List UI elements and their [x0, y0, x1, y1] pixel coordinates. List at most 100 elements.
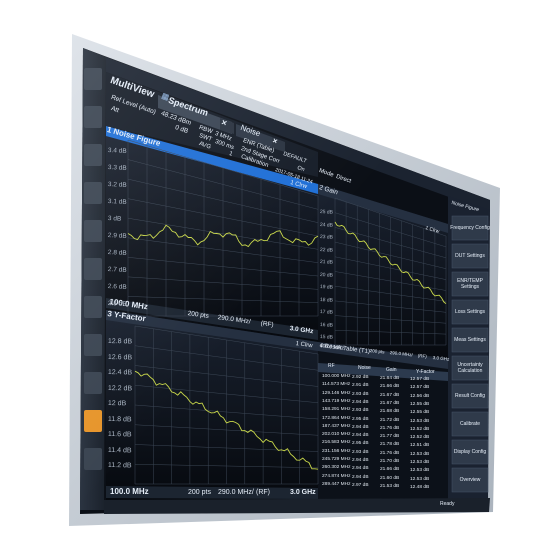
table-cell: 21.60 dB [380, 475, 400, 481]
softkey-label[interactable]: Meas Settings [448, 327, 492, 353]
table-cell: 12.55 dB [410, 401, 430, 407]
y-factor-stop: 3.0 GHz [290, 489, 316, 496]
table-cell: 172.864 MHz [322, 415, 351, 421]
y-tick-label: 2.9 dB [107, 232, 127, 240]
table-cell: 21.66 dB [380, 384, 400, 390]
y-tick-label: 18 dB [319, 296, 334, 304]
table-cell: 2.94 dB [352, 474, 369, 480]
y-tick-label: 12.8 dB [107, 338, 133, 346]
table-cell: 2.95 dB [352, 441, 369, 447]
table-cell: 2.93 dB [352, 391, 369, 397]
table-cell: 289.447 MHz [322, 481, 351, 487]
softkey-label[interactable]: Overview [448, 467, 492, 493]
table-cell: 21.76 dB [380, 450, 400, 456]
status-text: Ready [440, 501, 455, 507]
table-cell: 12.55 dB [410, 410, 430, 416]
table-cell: 129.146 MHz [322, 390, 351, 396]
softkey-label[interactable]: ENR/TEMP Settings [448, 271, 492, 297]
softkey-label[interactable]: Result Config [448, 383, 492, 409]
table-cell: 12.53 dB [410, 468, 430, 474]
table-cell: 21.76 dB [380, 425, 400, 431]
table-cell: 21.67 dB [380, 392, 400, 398]
table-cell: 2.93 dB [352, 449, 369, 455]
table-cell: 21.77 dB [380, 434, 400, 440]
table-cell: 12.57 dB [410, 385, 430, 391]
table-cell: 2.94 dB [352, 424, 369, 430]
table-cell: 12.53 dB [410, 476, 430, 482]
table-header-cell: Y-Factor [416, 369, 435, 375]
table-cell: 274.874 MHz [322, 473, 351, 479]
table-cell: 2.92 dB [352, 375, 369, 380]
table-cell: 143.719 MHz [322, 398, 351, 404]
softkey-label[interactable]: Loss Settings [448, 299, 492, 325]
y-tick-label: 3.2 dB [107, 181, 127, 189]
table-cell: 12.52 dB [410, 435, 430, 441]
softkey-label[interactable]: Display Config [448, 439, 492, 465]
table-cell: 21.78 dB [380, 442, 400, 448]
table-cell: 245.729 MHz [322, 457, 351, 462]
table-cell: 260.302 MHz [322, 465, 351, 471]
y-tick-label: 3 dB [107, 215, 122, 223]
table-cell: 158.291 MHz [322, 407, 351, 413]
table-cell: 216.583 MHz [322, 440, 351, 446]
y-factor-start: 100.0 MHz [110, 487, 149, 496]
y-tick-label: 11.6 dB [107, 431, 132, 439]
y-tick-label: 12.2 dB [107, 384, 133, 392]
table-cell: 2.94 dB [352, 466, 369, 472]
y-tick-label: 23 dB [319, 234, 334, 241]
table-cell: 2.95 dB [352, 416, 369, 422]
y-factor-span: 290.0 MHz/ [218, 489, 254, 496]
softkey-label[interactable]: Calibrate [448, 411, 492, 437]
table-header-cell: Noise [358, 365, 371, 371]
table-cell: 2.97 dB [352, 482, 369, 488]
table-cell: 21.64 dB [380, 376, 400, 381]
y-tick-label: 22 dB [319, 246, 334, 254]
table-cell: 21.72 dB [380, 417, 400, 423]
table-cell: 12.53 dB [410, 418, 430, 424]
table-cell: 231.156 MHz [322, 448, 351, 454]
table-cell: 2.94 dB [352, 399, 369, 405]
table-cell: 12.51 dB [410, 443, 430, 449]
table-cell: 21.67 dB [380, 400, 400, 406]
softkey-label[interactable]: Uncertainty Calculation [448, 355, 492, 381]
table-cell: 21.68 dB [380, 409, 400, 415]
y-tick-label: 3.3 dB [107, 164, 127, 172]
table-cell: 12.53 dB [410, 460, 430, 465]
table-cell: 187.437 MHz [322, 423, 351, 429]
table-cell: 12.56 dB [410, 393, 430, 399]
table-cell: 202.010 MHz [322, 432, 351, 438]
table-cell: 12.52 dB [410, 426, 430, 432]
table-cell: 2.93 dB [352, 408, 369, 414]
y-tick-label: 2.6 dB [107, 283, 127, 291]
softkey-label[interactable]: DUT Settings [448, 243, 492, 269]
table-cell: 2.91 dB [352, 383, 369, 389]
y-factor-rf: (RF) [256, 489, 270, 496]
table-cell: 21.70 dB [380, 459, 400, 464]
y-tick-label: 24 dB [319, 221, 334, 229]
y-tick-label: 15 dB [319, 334, 334, 341]
softkey-label[interactable]: Frequency Config [448, 215, 492, 241]
y-tick-label: 19 dB [319, 284, 334, 291]
table-cell: 100.000 MHz [322, 374, 351, 379]
table-cell: 12.57 dB [410, 377, 430, 382]
y-tick-label: 20 dB [319, 271, 334, 279]
y-factor-pts: 200 pts [188, 489, 211, 496]
y-tick-label: 12.4 dB [107, 369, 133, 377]
y-tick-label: 2.8 dB [107, 249, 127, 257]
y-tick-label: 11.2 dB [107, 462, 132, 470]
y-tick-label: 3.4 dB [107, 147, 127, 155]
table-cell: 12.48 dB [410, 484, 430, 490]
y-tick-label: 11.4 dB [107, 446, 132, 454]
table-cell: 21.53 dB [380, 483, 400, 489]
table-cell: 12.53 dB [410, 451, 430, 457]
y-tick-label: 3.1 dB [107, 198, 127, 206]
y-tick-label: 25 dB [319, 209, 334, 216]
table-cell: 2.94 dB [352, 458, 369, 463]
y-tick-label: 2.7 dB [107, 266, 127, 274]
table-cell: 2.94 dB [352, 433, 369, 439]
y-tick-label: 21 dB [319, 259, 334, 266]
table-cell: 21.66 dB [380, 467, 400, 473]
y-tick-label: 12.6 dB [107, 353, 133, 361]
y-tick-label: 12 dB [107, 400, 127, 408]
y-tick-label: 2.5 dB [107, 300, 127, 308]
